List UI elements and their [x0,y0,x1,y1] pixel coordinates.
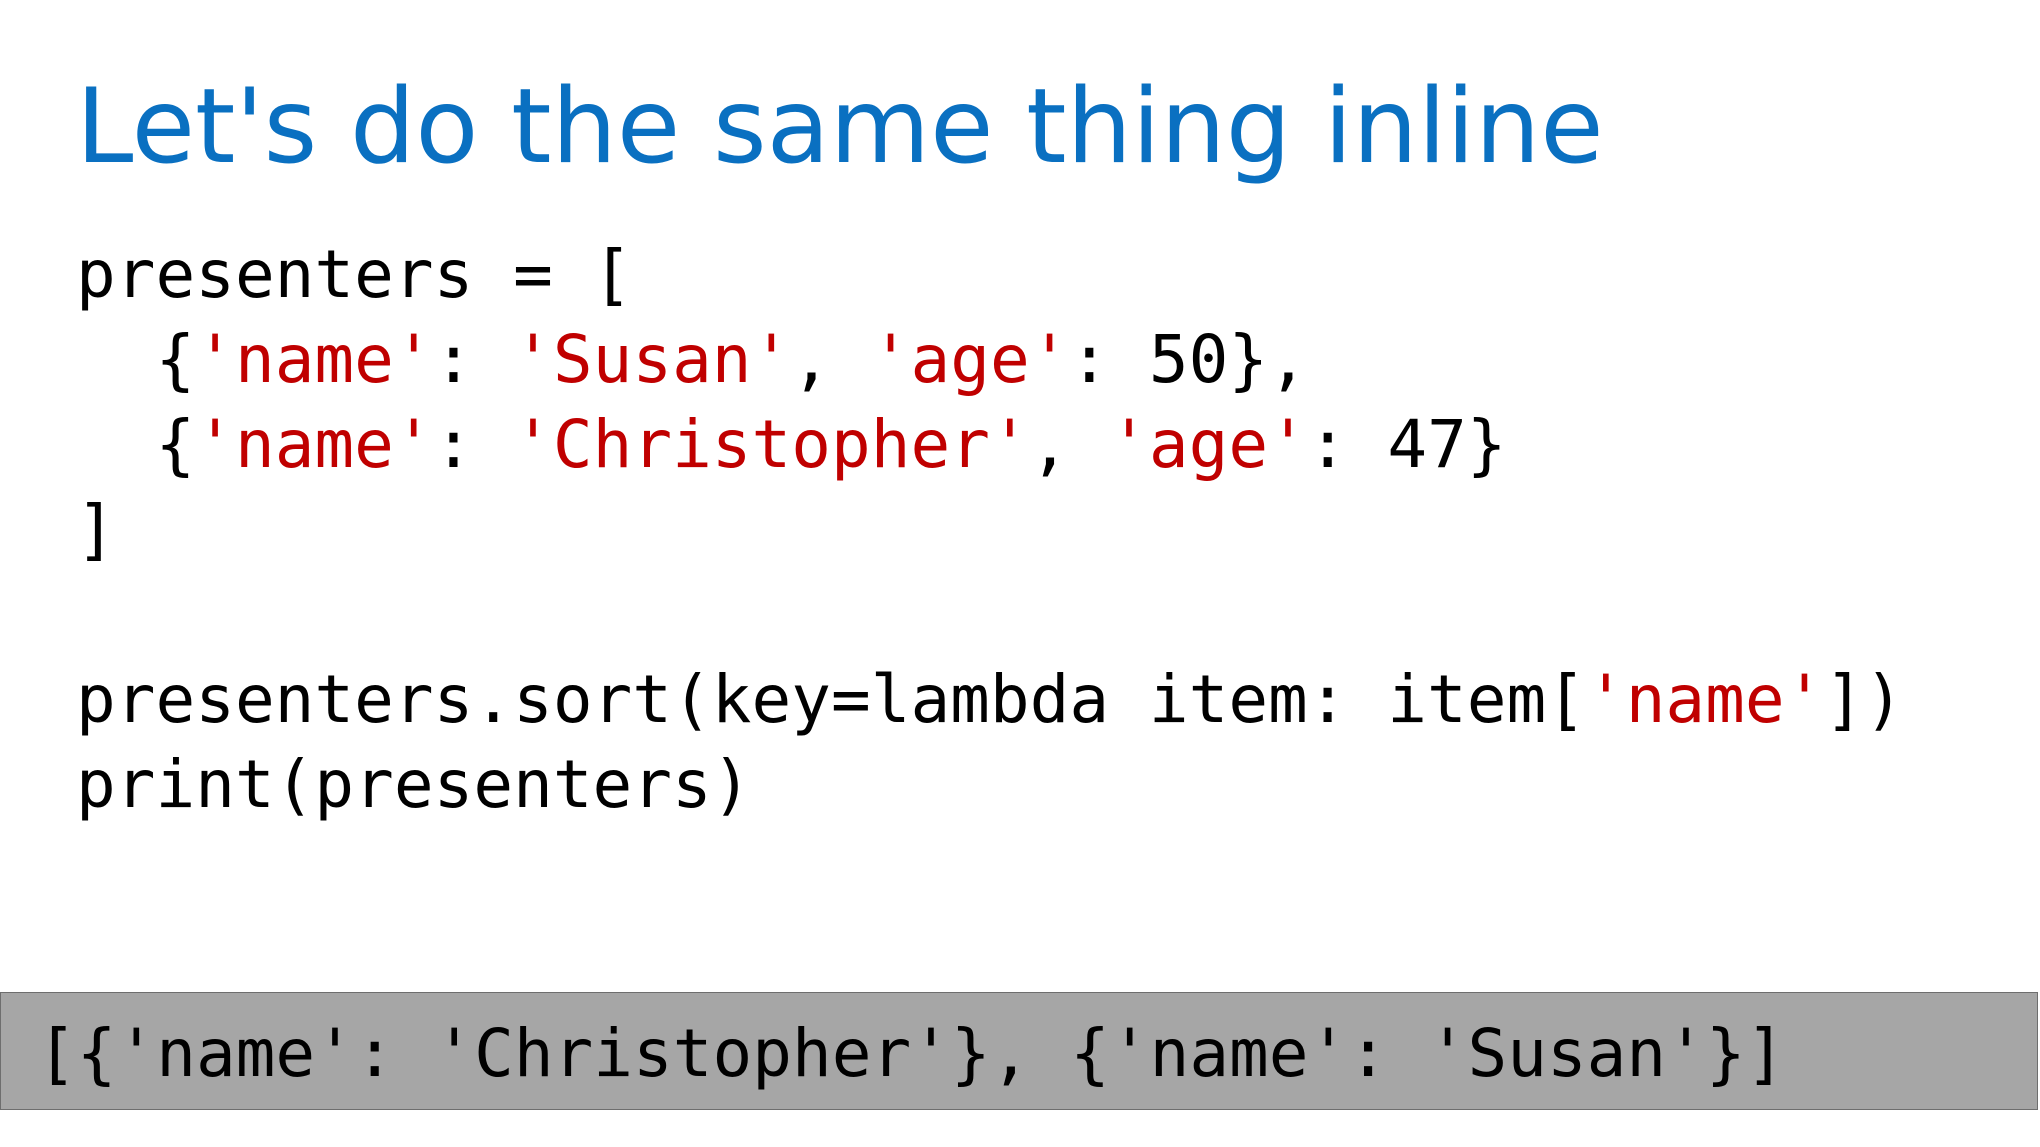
code-text: ] [76,491,116,568]
string-literal: 'name' [195,321,434,398]
code-text: { [76,321,196,398]
string-literal: 'Susan' [513,321,792,398]
code-line-presenters-open: presenters = [ [76,232,1904,317]
code-text: print(presenters) [76,746,752,823]
code-line-christopher: {'name': 'Christopher', 'age': 47} [76,402,1904,487]
string-literal: 'Christopher' [513,406,1030,483]
code-text: , [1029,406,1110,483]
code-text: , [791,321,871,398]
output-box: [{'name': 'Christopher'}, {'name': 'Susa… [0,992,2038,1110]
string-literal: 'age' [870,321,1070,398]
code-text: : 50}, [1069,321,1308,398]
code-text: presenters = [ [76,236,633,313]
code-text: : [433,321,514,398]
slide-title: Let's do the same thing inline [76,67,1604,187]
string-literal: 'name' [1585,661,1825,738]
code-text: : 47} [1307,406,1507,483]
code-line-presenters-close: ] [76,487,1904,572]
string-literal: 'name' [195,406,434,483]
code-block: presenters = [ {'name': 'Susan', 'age': … [76,232,1904,827]
output-text: [{'name': 'Christopher'}, {'name': 'Susa… [37,1015,1786,1092]
string-literal: 'age' [1109,406,1308,483]
code-text: { [76,406,196,483]
code-text: : [433,406,514,483]
code-text: ]) [1824,661,1904,738]
code-line-print: print(presenters) [76,742,1904,827]
code-text: presenters.sort(key=lambda item: item[ [76,661,1586,738]
code-line-susan: {'name': 'Susan', 'age': 50}, [76,317,1904,402]
code-line-sort: presenters.sort(key=lambda item: item['n… [76,657,1904,742]
